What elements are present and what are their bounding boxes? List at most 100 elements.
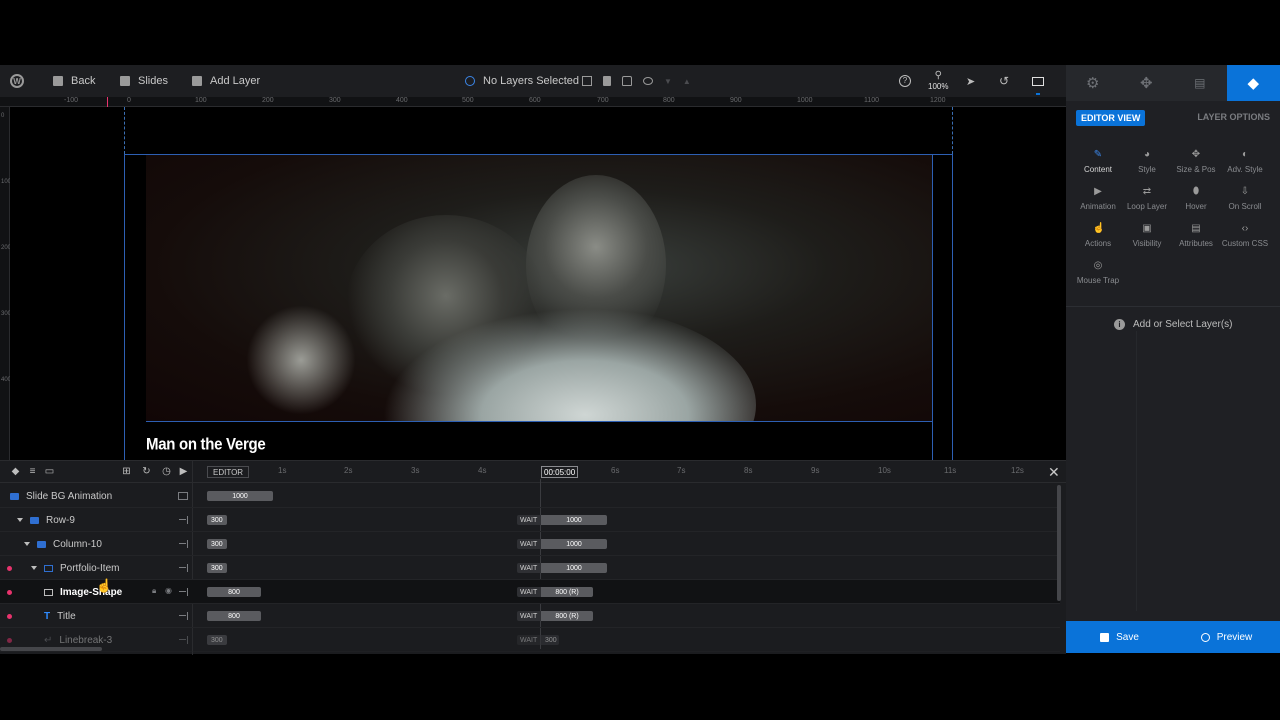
exit-icon[interactable] [179,612,188,620]
wordpress-logo-button[interactable]: W [10,65,24,97]
animation-out-bar[interactable]: 1000 [541,563,607,573]
cursor-button[interactable]: ➤ [966,65,975,97]
preview-button[interactable]: Preview [1173,621,1280,653]
animation-in-bar[interactable]: 300 [207,635,227,645]
animation-in-bar[interactable]: 300 [207,539,227,549]
animation-out-bar[interactable]: 800 (R) [541,611,593,621]
animation-in-bar[interactable]: 800 [207,587,261,597]
layer-label[interactable]: Portfolio-Item [31,556,119,580]
lock-icon[interactable]: 🔒︎ [152,586,156,596]
editor-view-button[interactable]: EDITOR VIEW [1076,110,1146,126]
timeline-row[interactable]: Column-10 300 WAIT 1000 [0,532,1060,556]
option-visibility[interactable]: ▣ Visibility [1122,223,1172,248]
option-on-scroll[interactable]: ⇩ On Scroll [1220,186,1270,211]
animation-in-bar[interactable]: 300 [207,515,227,525]
layer-name: Column-10 [53,538,102,550]
exit-icon[interactable] [179,540,188,548]
option-custom-css[interactable]: ‹› Custom CSS [1220,223,1270,248]
animation-out-bar[interactable]: 1000 [541,539,607,549]
save-button[interactable]: Save [1066,621,1173,653]
option-content[interactable]: ✎ Content [1073,149,1123,174]
gear-icon: ⚙ [1086,75,1100,92]
exit-icon[interactable] [179,588,188,596]
back-button[interactable]: Back [53,65,95,97]
animation-out-bar[interactable]: 800 (R) [541,587,593,597]
timeline-scrollbar-vertical[interactable] [1057,485,1061,601]
chevron-down-icon[interactable] [31,566,37,570]
folder-icon[interactable] [178,492,188,500]
timer-icon[interactable]: ◷ [161,466,172,477]
option-size-pos[interactable]: ✥ Size & Pos [1171,149,1221,174]
chevron-down-icon[interactable] [24,542,30,546]
layer-label[interactable]: Row-9 [17,508,75,532]
layer-label[interactable]: T Title [44,604,76,628]
close-icon[interactable]: ✕ [1048,464,1060,481]
timeline-header: ◆ ≡ ▭ ⊞ ↻ ◷ ▶ EDITOR 1s 2s 3s 4s 6s 7s 8s 9s 10s… [0,461,1066,483]
option-loop-layer[interactable]: ⇄ Loop Layer [1122,186,1172,211]
timeline-row[interactable]: Slide BG Animation 1000 [0,484,1060,508]
time-tick: 1s [278,466,287,475]
option-adv-style[interactable]: ◐ Adv. Style [1220,149,1270,174]
tab-settings[interactable]: ⚙ [1066,65,1120,101]
undo-button[interactable]: ↺ [999,65,1009,97]
option-animation[interactable]: ▶ Animation [1073,186,1123,211]
lock-icon[interactable] [622,76,632,86]
wait-label: WAIT [517,515,541,525]
chevron-down-icon[interactable] [17,518,23,522]
option-label: Actions [1084,239,1112,248]
tab-slide[interactable]: ▤ [1173,65,1227,101]
portfolio-image[interactable] [146,155,932,422]
no-selection-icon [465,76,475,86]
tab-navigation[interactable]: ✥ [1120,65,1174,101]
back-label: Back [71,75,96,87]
animation-in-bar[interactable]: 300 [207,563,227,573]
slides-button[interactable]: Slides [120,65,168,97]
animation-in-bar[interactable]: 1000 [207,491,273,501]
add-layer-button[interactable]: Add Layer [192,65,260,97]
option-attributes[interactable]: ▤ Attributes [1171,223,1221,248]
layer-options-title: LAYER OPTIONS [1197,112,1270,122]
timeline-row[interactable]: T Title 800 WAIT 800 (R) [0,604,1060,628]
timeline-row[interactable]: Image-Shape 🔒︎ ◉ 800 WAIT 800 (R) [0,580,1060,604]
list-icon[interactable]: ≡ [27,466,38,477]
timeline-row[interactable]: Row-9 300 WAIT 1000 [0,508,1060,532]
animation-out-bar[interactable]: 1000 [541,515,607,525]
exit-icon[interactable] [179,516,188,524]
desktop-icon [1032,76,1044,86]
eye-icon[interactable]: ◉ [165,586,172,595]
option-hover[interactable]: ⬮ Hover [1171,186,1221,211]
slide-canvas[interactable]: Man on the Verge [10,107,1066,460]
duplicate-icon[interactable] [582,76,592,86]
panel-scrollbar[interactable] [1136,331,1137,611]
timeline-row[interactable]: Portfolio-Item 300 WAIT 1000 [0,556,1060,580]
option-style[interactable]: ◕ Style [1122,149,1172,174]
selection-status-label: No Layers Selected [483,75,579,87]
slide-title[interactable]: Man on the Verge [146,435,266,453]
option-actions[interactable]: ☝ Actions [1073,223,1123,248]
layer-label[interactable]: Slide BG Animation [10,484,112,508]
layer-label[interactable]: Column-10 [24,532,102,556]
exit-icon[interactable] [179,564,188,572]
option-mouse-trap[interactable]: ◎ Mouse Trap [1073,260,1123,285]
layers-icon[interactable]: ◆ [10,466,21,477]
trash-icon[interactable] [603,76,611,86]
help-button[interactable]: ? [899,65,911,97]
grid-icon[interactable]: ⊞ [121,466,132,477]
time-tick: 6s [611,466,620,475]
zoom-button[interactable]: ⚲ 100% [928,65,948,97]
current-time[interactable]: 00:05:00 [541,466,579,478]
exit-icon[interactable] [179,636,188,644]
align-up-icon[interactable]: ▲ [683,77,691,86]
tab-layers[interactable]: ◆ [1226,65,1280,101]
align-down-icon[interactable]: ▼ [664,77,672,86]
timeline-row[interactable]: ↵ Linebreak-3 300 WAIT 300 [0,628,1060,652]
refresh-icon[interactable]: ↻ [141,466,152,477]
animation-in-bar[interactable]: 800 [207,611,261,621]
eye-icon[interactable] [643,77,653,85]
animation-out-bar[interactable]: 300 [541,635,559,645]
folder-icon[interactable]: ▭ [44,466,55,477]
timeline-scrollbar-horizontal[interactable] [0,647,102,651]
layer-name: Portfolio-Item [60,562,120,574]
play-icon[interactable]: ▶ [178,466,189,477]
editor-mode-button[interactable]: EDITOR [207,466,250,478]
